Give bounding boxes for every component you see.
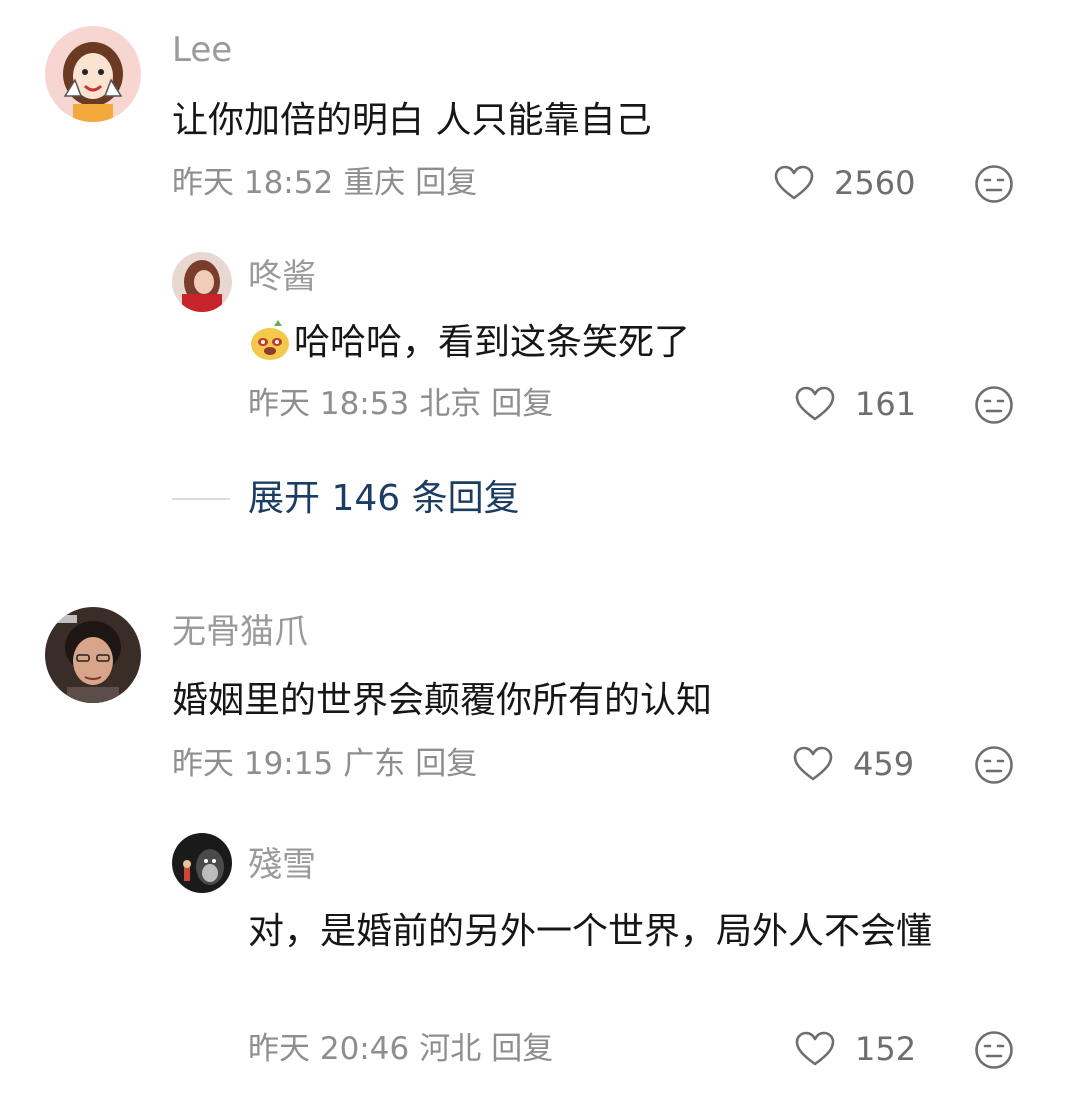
comment-meta: 昨天 20:46 河北 回复 (248, 1029, 563, 1069)
heart-outline-icon (795, 1031, 835, 1066)
reply-button[interactable]: 回复 (491, 1031, 553, 1067)
like-count: 2560 (834, 164, 916, 202)
like-button[interactable]: 152 (795, 1029, 916, 1069)
comment-meta: 昨天 18:53 北京 回复 (248, 384, 563, 424)
heart-outline-icon (774, 165, 814, 200)
comment-text: 婚姻里的世界会颠覆你所有的认知 (172, 680, 713, 721)
comment-location: 重庆 (343, 165, 406, 201)
username[interactable]: 无骨猫爪 (172, 612, 308, 652)
neutral-face-icon (975, 165, 1013, 203)
reply-button[interactable]: 回复 (415, 746, 477, 782)
heart-outline-icon (793, 746, 833, 781)
like-count: 459 (853, 745, 915, 783)
like-button[interactable]: 161 (795, 384, 916, 424)
like-count: 161 (855, 385, 917, 423)
comment-time: 昨天 18:53 (248, 386, 410, 422)
expand-divider (172, 498, 230, 500)
dislike-button[interactable] (974, 745, 1014, 785)
like-count: 152 (855, 1030, 917, 1068)
comment-text: 让你加倍的明白 人只能靠自己 (172, 100, 652, 141)
comment-time: 昨天 18:52 (172, 165, 334, 201)
neutral-face-icon (975, 386, 1013, 424)
avatar[interactable] (45, 26, 141, 122)
avatar[interactable] (172, 252, 232, 312)
username[interactable]: 咚酱 (248, 257, 316, 297)
comment-time: 昨天 20:46 (248, 1031, 410, 1067)
reply-button[interactable]: 回复 (415, 165, 477, 201)
neutral-face-icon (975, 746, 1013, 784)
dislike-button[interactable] (974, 1030, 1014, 1070)
like-button[interactable]: 459 (793, 744, 914, 784)
comment-text-content: 哈哈哈，看到这条笑死了 (294, 322, 691, 363)
dislike-button[interactable] (974, 164, 1014, 204)
heart-outline-icon (795, 386, 835, 421)
expand-replies-button[interactable]: 展开 146 条回复 (172, 477, 520, 521)
reply-button[interactable]: 回复 (491, 386, 553, 422)
comment-meta: 昨天 18:52 重庆 回复 (172, 163, 487, 203)
comment-location: 河北 (419, 1031, 482, 1067)
dislike-button[interactable] (974, 385, 1014, 425)
neutral-face-icon (975, 1031, 1013, 1069)
comment-location: 北京 (419, 386, 482, 422)
avatar[interactable] (172, 833, 232, 893)
username[interactable]: 殘雪 (248, 845, 316, 885)
comment-meta: 昨天 19:15 广东 回复 (172, 744, 487, 784)
expand-replies-label[interactable]: 展开 146 条回复 (248, 477, 520, 521)
comment-time: 昨天 19:15 (172, 746, 334, 782)
comment-text: 哈哈哈，看到这条笑死了 (248, 318, 988, 368)
comment-text: 对，是婚前的另外一个世界，局外人不会懂 (248, 911, 933, 952)
username[interactable]: Lee (172, 30, 232, 70)
dog-laugh-emoji-icon (251, 320, 289, 360)
comment-location: 广东 (343, 746, 406, 782)
like-button[interactable]: 2560 (774, 163, 915, 203)
avatar[interactable] (45, 607, 141, 703)
